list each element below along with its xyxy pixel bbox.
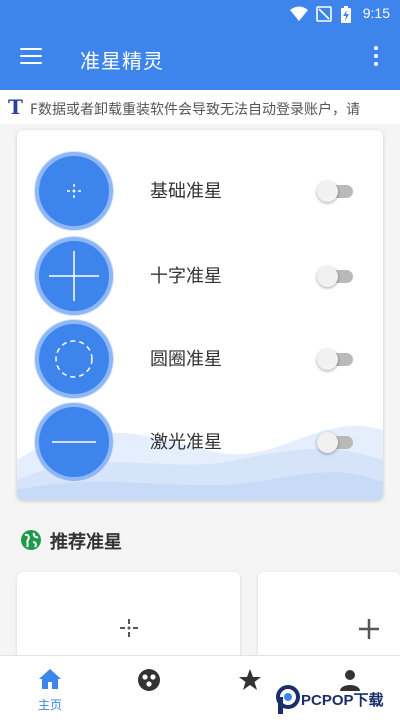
cross-crosshair-toggle[interactable] (317, 265, 353, 287)
dot-crosshair-icon[interactable] (35, 152, 113, 230)
crosshair-card: 基础准星 十字准星 圆圈准星 激光准星 (17, 130, 383, 500)
status-bar: 9:15 (0, 0, 400, 28)
notice-text: F数据或者卸载重装软件会导致无法自动登录账户，请 (30, 102, 361, 118)
menu-icon[interactable] (20, 48, 42, 68)
battery-charging-icon (341, 6, 351, 23)
crosshair-row-circle: 圆圈准星 (17, 320, 383, 404)
notice-icon: T (8, 95, 23, 119)
crosshair-label: 激光准星 (150, 432, 222, 453)
laser-crosshair-toggle[interactable] (317, 431, 353, 453)
watermark-text: PCPOP下载 (301, 692, 384, 709)
signal-off-icon (316, 6, 332, 22)
home-icon (39, 669, 61, 689)
wifi-icon (290, 6, 308, 21)
watermark: PCPOP下载 (275, 684, 397, 716)
watermark-logo-icon (276, 685, 300, 714)
palette-icon (138, 669, 160, 691)
status-time: 9:15 (362, 5, 390, 21)
cross-crosshair-icon[interactable] (35, 237, 113, 315)
nav-item-home[interactable]: 主页 (10, 656, 90, 720)
notice-ticker[interactable]: T F数据或者卸载重装软件会导致无法自动登录账户，请 (0, 90, 400, 124)
circle-crosshair-icon[interactable] (35, 320, 113, 398)
app-bar: 准星精灵 (0, 28, 400, 90)
basic-crosshair-toggle[interactable] (317, 180, 353, 202)
more-vert-icon[interactable] (366, 46, 386, 72)
crosshair-label: 十字准星 (150, 266, 222, 287)
globe-icon (21, 530, 41, 550)
crosshair-row-basic: 基础准星 (17, 152, 383, 236)
app-title: 准星精灵 (80, 49, 164, 73)
circle-crosshair-toggle[interactable] (317, 348, 353, 370)
nav-item-palette[interactable] (109, 656, 189, 720)
star-icon (239, 669, 261, 690)
laser-crosshair-icon[interactable] (35, 403, 113, 481)
crosshair-label: 圆圈准星 (150, 349, 222, 370)
recommend-title: 推荐准星 (50, 532, 122, 553)
crosshair-label: 基础准星 (150, 181, 222, 202)
crosshair-row-laser: 激光准星 (17, 403, 383, 487)
nav-label-home: 主页 (37, 698, 62, 712)
dot-crosshair-icon (120, 619, 138, 637)
crosshair-row-cross: 十字准星 (17, 237, 383, 321)
plus-crosshair-icon (359, 619, 379, 639)
